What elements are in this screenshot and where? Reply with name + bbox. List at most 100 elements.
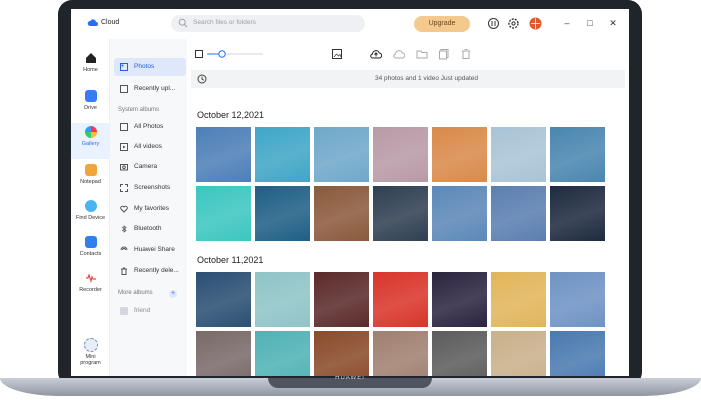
album-huawei-share[interactable]: Huawei Share xyxy=(114,241,186,259)
album-photos[interactable]: Photos xyxy=(114,58,186,76)
minimize-button[interactable]: – xyxy=(562,18,572,28)
album-icon xyxy=(120,307,128,315)
large-thumbnail-icon[interactable] xyxy=(332,49,342,59)
settings-gear-icon[interactable] xyxy=(507,17,520,30)
app-window: Cloud Search files or folders Upgrade – … xyxy=(71,9,629,376)
album-label: Bluetooth xyxy=(134,225,162,232)
app-name: Cloud xyxy=(101,19,120,26)
upload-cloud-icon[interactable] xyxy=(370,48,382,60)
close-button[interactable]: ✕ xyxy=(608,18,618,28)
upload-icon xyxy=(120,85,128,93)
rail-label: Recorder xyxy=(79,287,102,293)
delete-icon[interactable] xyxy=(460,48,472,60)
photo-thumbnail[interactable] xyxy=(196,186,251,241)
video-icon xyxy=(120,143,128,151)
album-all-photos[interactable]: All Photos xyxy=(114,118,186,136)
rail-item-find-device[interactable]: Find Device xyxy=(71,197,110,233)
folder-icon[interactable] xyxy=(416,48,428,60)
photo-thumbnail[interactable] xyxy=(550,127,605,182)
photo-thumbnail[interactable] xyxy=(432,186,487,241)
photo-thumbnail[interactable] xyxy=(196,272,251,327)
rail-item-gallery[interactable]: Gallery xyxy=(71,123,110,159)
app-rail: Home Drive Gallery Notepad Find Device C… xyxy=(71,39,110,376)
photos-icon xyxy=(120,63,128,71)
photo-thumbnail[interactable] xyxy=(432,272,487,327)
photo-thumbnail[interactable] xyxy=(491,186,546,241)
album-label: Recently dele... xyxy=(134,267,179,274)
photo-thumbnail[interactable] xyxy=(432,127,487,182)
date-heading: October 12,2021 xyxy=(197,110,265,120)
photo-thumbnail[interactable] xyxy=(550,331,605,376)
image-icon xyxy=(120,123,128,131)
photo-thumbnail[interactable] xyxy=(373,186,428,241)
maximize-button[interactable]: □ xyxy=(585,18,595,28)
photo-thumbnail[interactable] xyxy=(491,331,546,376)
album-label: All Photos xyxy=(134,123,164,130)
zoom-slider[interactable] xyxy=(207,49,263,59)
photo-count-status: 34 photos and 1 video Just updated xyxy=(375,75,478,82)
album-label: Photos xyxy=(134,63,155,70)
album-bluetooth[interactable]: Bluetooth xyxy=(114,220,186,238)
rail-item-home[interactable]: Home xyxy=(71,49,110,85)
photo-thumbnail[interactable] xyxy=(314,186,369,241)
small-thumbnail-icon[interactable] xyxy=(195,50,203,58)
photo-grid xyxy=(196,127,605,241)
photo-thumbnail[interactable] xyxy=(491,127,546,182)
sync-icon[interactable] xyxy=(487,17,500,30)
contacts-icon xyxy=(84,236,97,248)
rail-item-mini-program[interactable]: Mini program xyxy=(71,335,110,375)
album-all-videos[interactable]: All videos xyxy=(114,138,186,156)
camera-icon xyxy=(120,164,128,171)
search-input[interactable]: Search files or folders xyxy=(171,15,365,32)
album-label: Screenshots xyxy=(134,184,171,191)
rail-item-notepad[interactable]: Notepad xyxy=(71,161,110,197)
copy-icon[interactable] xyxy=(438,48,450,60)
add-album-button[interactable]: + xyxy=(169,290,177,298)
photo-thumbnail[interactable] xyxy=(196,127,251,182)
photo-thumbnail[interactable] xyxy=(550,186,605,241)
search-placeholder: Search files or folders xyxy=(193,19,256,26)
gallery-icon xyxy=(84,126,97,138)
status-bar: 34 photos and 1 video Just updated xyxy=(191,70,625,88)
rail-item-contacts[interactable]: Contacts xyxy=(71,233,110,269)
system-albums-heading: System albums xyxy=(118,107,160,113)
heart-icon xyxy=(120,205,128,213)
album-screenshots[interactable]: Screenshots xyxy=(114,179,186,197)
avatar[interactable] xyxy=(529,17,542,30)
photo-thumbnail[interactable] xyxy=(373,127,428,182)
album-camera[interactable]: Camera xyxy=(114,158,186,176)
recorder-icon xyxy=(85,273,96,284)
rail-label: Drive xyxy=(84,105,97,111)
photo-thumbnail[interactable] xyxy=(491,272,546,327)
photo-thumbnail[interactable] xyxy=(255,331,310,376)
photo-thumbnail[interactable] xyxy=(196,331,251,376)
photo-thumbnail[interactable] xyxy=(255,272,310,327)
title-bar: Cloud Search files or folders Upgrade – … xyxy=(71,9,629,39)
album-friend[interactable]: friend xyxy=(114,302,186,320)
photo-thumbnail[interactable] xyxy=(550,272,605,327)
album-recently-deleted[interactable]: Recently dele... xyxy=(114,262,186,280)
photo-thumbnail[interactable] xyxy=(432,331,487,376)
rail-item-drive[interactable]: Drive xyxy=(71,87,110,123)
photo-thumbnail[interactable] xyxy=(314,331,369,376)
photo-toolbar xyxy=(187,39,629,69)
photo-thumbnail[interactable] xyxy=(373,272,428,327)
bluetooth-icon xyxy=(121,225,127,233)
home-icon xyxy=(85,53,96,63)
albums-panel: Photos Recently upl... System albums All… xyxy=(110,39,187,376)
photo-thumbnail[interactable] xyxy=(314,272,369,327)
photo-thumbnail[interactable] xyxy=(255,186,310,241)
album-recently-uploaded[interactable]: Recently upl... xyxy=(114,80,186,98)
photo-thumbnail[interactable] xyxy=(255,127,310,182)
upgrade-button[interactable]: Upgrade xyxy=(414,16,470,32)
album-my-favorites[interactable]: My favorites xyxy=(114,200,186,218)
share-icon xyxy=(120,246,128,251)
rail-item-recorder[interactable]: Recorder xyxy=(71,269,110,305)
album-label: Huawei Share xyxy=(134,246,175,253)
album-label: Recently upl... xyxy=(134,85,176,92)
photo-thumbnail[interactable] xyxy=(314,127,369,182)
photo-thumbnail[interactable] xyxy=(373,331,428,376)
album-label: Camera xyxy=(134,163,158,170)
download-cloud-icon[interactable] xyxy=(393,48,405,60)
mini-program-icon xyxy=(83,338,98,352)
